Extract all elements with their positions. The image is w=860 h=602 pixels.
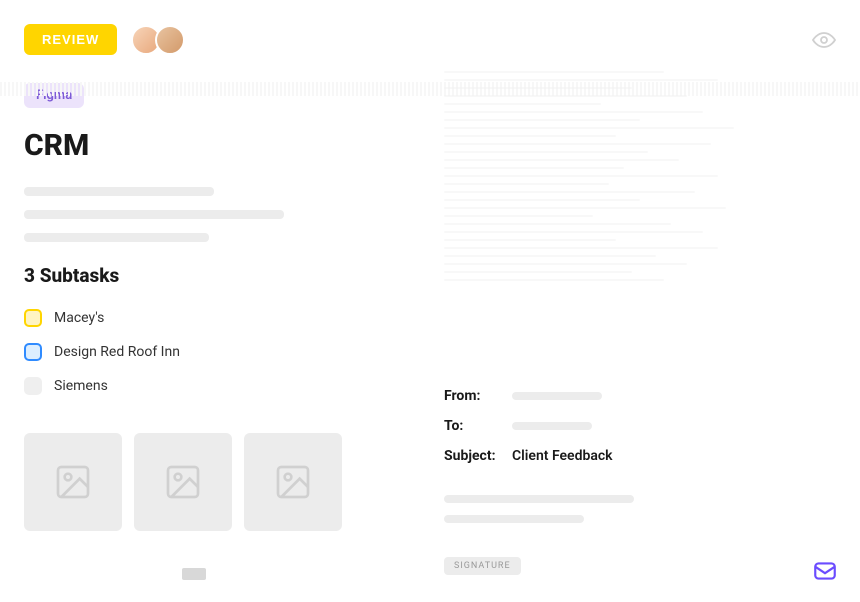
attachment-thumb[interactable] — [24, 433, 122, 531]
subtask-checkbox[interactable] — [24, 343, 42, 361]
subtask-checkbox[interactable] — [24, 309, 42, 327]
subtask-item[interactable]: Siemens — [24, 369, 384, 403]
subtasks-heading: 3 Subtasks — [24, 264, 384, 287]
avatar[interactable] — [155, 25, 185, 55]
email-body-placeholder — [444, 495, 836, 523]
email-from-value — [512, 392, 602, 400]
subtask-item[interactable]: Design Red Roof Inn — [24, 335, 384, 369]
status-review-button[interactable]: REVIEW — [24, 24, 117, 55]
content-placeholder — [444, 71, 836, 361]
attachment-thumb[interactable] — [244, 433, 342, 531]
description-placeholder — [24, 187, 384, 242]
email-to-label: To: — [444, 418, 502, 434]
email-subject-value: Client Feedback — [512, 448, 613, 464]
subtask-label: Siemens — [54, 378, 108, 394]
email-to-value — [512, 422, 592, 430]
watch-icon[interactable] — [812, 28, 836, 52]
assignee-avatars[interactable] — [131, 25, 185, 55]
email-subject-label: Subject: — [444, 448, 502, 464]
signature-chip: SIGNATURE — [444, 557, 521, 575]
page-title: CRM — [24, 128, 384, 163]
subtask-checkbox[interactable] — [24, 377, 42, 395]
mail-icon[interactable] — [812, 558, 838, 584]
email-from-label: From: — [444, 388, 502, 404]
subtask-label: Macey's — [54, 310, 104, 326]
attachment-thumb[interactable] — [134, 433, 232, 531]
subtask-label: Design Red Roof Inn — [54, 344, 180, 360]
footer-placeholder — [182, 568, 206, 580]
subtask-item[interactable]: Macey's — [24, 301, 384, 335]
